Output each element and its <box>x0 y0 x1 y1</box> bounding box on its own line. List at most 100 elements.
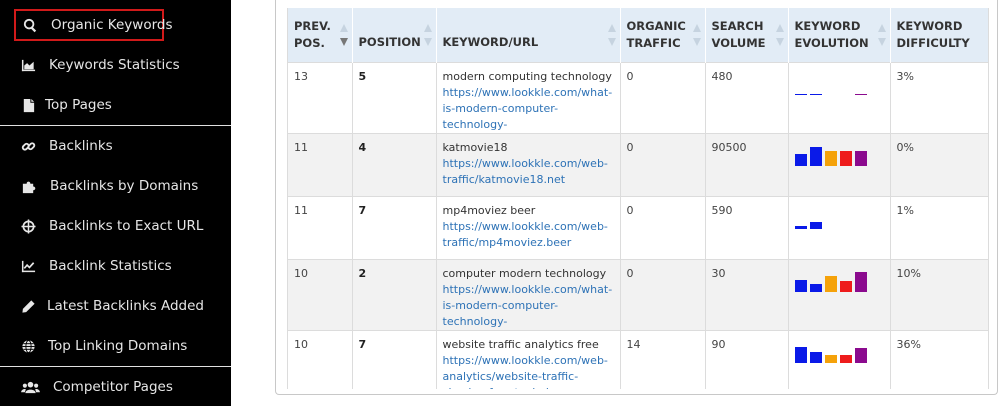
table-row: 13 5 modern computing technology https://… <box>288 61 988 133</box>
sidebar-item-label: Top Linking Domains <box>48 338 188 354</box>
link-icon <box>20 138 36 154</box>
position-cell: 7 <box>352 195 437 259</box>
table-header-row: PREV. POS. POSITION KEYWORD/URL ORGANIC … <box>288 8 988 62</box>
sort-arrows-icon[interactable] <box>692 23 701 46</box>
keyword-evolution-cell <box>788 132 891 196</box>
keywords-table: PREV. POS. POSITION KEYWORD/URL ORGANIC … <box>288 8 988 390</box>
organic-traffic-cell: 0 <box>620 258 706 330</box>
puzzle-icon <box>20 178 36 194</box>
header-organic-traffic[interactable]: ORGANIC TRAFFIC <box>620 8 706 62</box>
keyword-url-link[interactable]: https://www.lookkle.com/what-is-modern-c… <box>443 282 614 330</box>
users-icon <box>20 379 40 395</box>
evolution-sparkbar <box>794 205 884 229</box>
search-volume-cell: 480 <box>705 61 789 133</box>
prev-pos-cell: 10 <box>288 258 353 330</box>
organic-keywords-panel: PREV. POS. POSITION KEYWORD/URL ORGANIC … <box>275 0 998 395</box>
organic-traffic-cell: 0 <box>620 61 706 133</box>
evolution-bar <box>809 351 822 363</box>
sidebar-item-backlinks-to-exact-url[interactable]: Backlinks to Exact URL <box>0 206 231 246</box>
sidebar-item-label: Latest Backlinks Added <box>47 298 204 314</box>
evolution-bar <box>839 280 852 292</box>
evolution-bar <box>809 93 822 95</box>
sidebar-item-backlinks-by-domains[interactable]: Backlinks by Domains <box>0 166 231 206</box>
sidebar-item-label: Backlinks by Domains <box>50 178 199 194</box>
table-row: 10 2 computer modern technology https://w… <box>288 258 988 330</box>
evolution-sparkbar <box>794 142 884 166</box>
crosshair-icon <box>20 218 36 234</box>
sidebar-item-backlink-statistics[interactable]: Backlink Statistics <box>0 246 231 286</box>
evolution-bar <box>854 271 867 292</box>
keyword-url-link[interactable]: https://www.lookkle.com/web-traffic/katm… <box>443 156 614 188</box>
sidebar-item-label: Backlink Statistics <box>49 258 172 274</box>
keywords-table-scroll[interactable]: PREV. POS. POSITION KEYWORD/URL ORGANIC … <box>287 8 989 389</box>
search-volume-cell: 30 <box>705 258 789 330</box>
prev-pos-cell: 10 <box>288 329 353 389</box>
sort-arrows-icon[interactable] <box>775 23 784 46</box>
keyword-url-cell: website traffic analytics free https://ww… <box>436 329 621 390</box>
keyword-url-link[interactable]: https://www.lookkle.com/web-traffic/mp4m… <box>443 219 614 251</box>
header-search-volume[interactable]: SEARCH VOLUME <box>705 8 789 62</box>
sidebar-item-top-pages[interactable]: Top Pages <box>0 85 231 125</box>
position-cell: 4 <box>352 132 437 196</box>
evolution-bar <box>794 225 807 229</box>
evolution-sparkbar <box>794 268 884 292</box>
keyword-difficulty-cell: 0% <box>890 132 988 196</box>
keyword-url-link[interactable]: https://www.lookkle.com/what-is-modern-c… <box>443 85 614 133</box>
evolution-bar <box>794 153 807 166</box>
sidebar-item-keywords-statistics[interactable]: Keywords Statistics <box>0 45 231 85</box>
sidebar-item-label: Backlinks <box>49 138 113 154</box>
keyword-evolution-cell <box>788 258 891 330</box>
keyword-difficulty-cell: 10% <box>890 258 988 330</box>
sidebar-item-label: Competitor Pages <box>53 379 173 395</box>
header-position[interactable]: POSITION <box>352 8 437 62</box>
evolution-bar <box>854 150 867 166</box>
organic-traffic-cell: 14 <box>620 329 706 389</box>
sidebar-item-label: Backlinks to Exact URL <box>49 218 204 234</box>
keyword-text: mp4moviez beer <box>442 203 536 217</box>
sidebar-item-organic-keywords[interactable]: Organic Keywords <box>0 5 231 45</box>
search-volume-cell: 90 <box>705 329 789 389</box>
header-prev-pos[interactable]: PREV. POS. <box>288 8 353 62</box>
keyword-text: modern computing technology <box>442 69 612 83</box>
keyword-evolution-cell <box>788 61 891 133</box>
prev-pos-cell: 11 <box>288 195 353 259</box>
prev-pos-cell: 11 <box>288 132 353 196</box>
sidebar-item-label: Top Pages <box>45 97 112 113</box>
header-keyword-url[interactable]: KEYWORD/URL <box>436 8 621 62</box>
sort-arrows-icon[interactable] <box>607 23 616 46</box>
sort-arrows-icon[interactable] <box>423 23 432 46</box>
keyword-url-cell: modern computing technology https://www.l… <box>436 61 621 133</box>
table-row: 11 7 mp4moviez beer https://www.lookkle.c… <box>288 195 988 259</box>
evolution-bar <box>839 354 852 363</box>
header-keyword-evolution[interactable]: KEYWORD EVOLUTION <box>788 8 891 62</box>
keyword-url-cell: mp4moviez beer https://www.lookkle.com/we… <box>436 195 621 259</box>
sidebar-item-competitor-pages[interactable]: Competitor Pages <box>0 367 231 407</box>
sidebar-item-label: Organic Keywords <box>51 17 173 33</box>
evolution-bar <box>824 150 837 166</box>
keyword-url-link[interactable]: https://www.lookkle.com/web-analytics/we… <box>443 353 614 390</box>
sidebar-item-backlinks[interactable]: Backlinks <box>0 126 231 166</box>
evolution-bar <box>809 221 822 229</box>
sort-arrows-icon[interactable] <box>877 23 886 46</box>
sidebar: Organic Keywords Keywords Statistics Top… <box>0 0 231 406</box>
search-volume-cell: 90500 <box>705 132 789 196</box>
file-icon <box>20 97 36 113</box>
evolution-bar <box>809 283 822 292</box>
sidebar-item-top-linking-domains[interactable]: Top Linking Domains <box>0 326 231 366</box>
line-chart-icon <box>20 258 36 274</box>
sort-arrows-icon[interactable] <box>339 23 348 46</box>
evolution-bar <box>839 150 852 166</box>
header-keyword-difficulty[interactable]: KEYWORD DIFFICULTY <box>890 8 988 62</box>
table-row: 11 4 katmovie18 https://www.lookkle.com/w… <box>288 132 988 196</box>
area-chart-icon <box>20 57 36 73</box>
pencil-icon <box>20 298 36 314</box>
keyword-evolution-cell <box>788 329 891 389</box>
keyword-text: computer modern technology <box>442 266 607 280</box>
globe-icon <box>20 338 36 354</box>
sidebar-item-latest-backlinks-added[interactable]: Latest Backlinks Added <box>0 286 231 326</box>
evolution-sparkbar <box>794 71 884 95</box>
evolution-bar <box>824 275 837 292</box>
position-cell: 2 <box>352 258 437 330</box>
search-icon <box>22 17 38 33</box>
evolution-bar <box>809 146 822 166</box>
